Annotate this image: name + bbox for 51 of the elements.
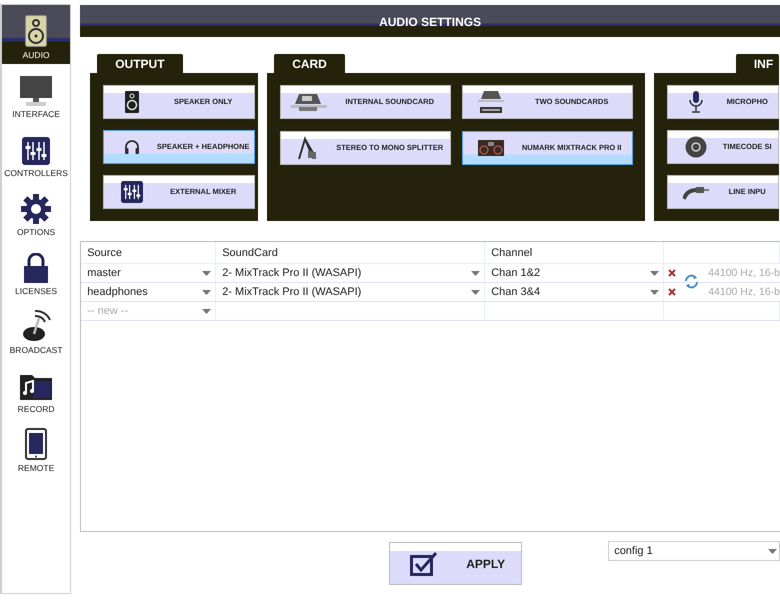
speaker-icon [125,91,140,113]
apply-button[interactable]: APPLY [389,542,522,585]
sound-cards-icon [478,90,504,114]
mixer-icon [22,137,50,165]
gear-icon [21,194,52,224]
speaker-icon [25,15,48,47]
channel-dropdown[interactable]: Chan 1&2 [485,264,664,282]
satellite-dish-icon [21,310,52,342]
lock-icon [23,253,50,283]
sidebar-item[interactable]: REMOTE [2,418,70,477]
soundcard-dropdown[interactable]: 2- MixTrack Pro II (WASAPI) [216,264,486,282]
sidebar-item[interactable]: INTERFACE [2,64,70,123]
sidebar-item[interactable]: LICENSES [2,241,70,300]
sidebar-item[interactable]: BROADCAST [2,300,70,359]
channel-dropdown[interactable]: Chan 3&4 [485,283,664,301]
caret-icon [471,290,480,294]
microphone-icon [689,91,704,113]
sidebar-item[interactable]: CONTROLLERS [2,123,70,182]
tablet-icon [25,428,48,460]
music-folder-icon [19,373,54,401]
sidebar-item[interactable]: AUDIO [2,5,70,64]
column-header: SoundCard [216,242,486,263]
column-header: Channel [485,242,664,263]
caret-icon [202,290,212,294]
format-text: 44100 Hz, 16-b [708,267,780,279]
delete-icon[interactable] [668,269,676,277]
dj-controller-icon [478,140,504,156]
caret-icon [202,308,212,314]
disc-icon [685,136,708,158]
delete-icon[interactable] [668,288,676,296]
sound-card-icon [291,92,328,112]
caret-icon [650,290,660,294]
soundcard-dropdown[interactable]: 2- MixTrack Pro II (WASAPI) [216,283,486,301]
headphones-icon [124,139,140,155]
caret-icon [202,270,212,276]
checkbox-icon [410,552,438,576]
mixer-icon [121,181,144,203]
sidebar-item[interactable]: RECORD [2,359,70,418]
caret-icon [650,270,660,276]
column-header: Source [81,242,216,263]
monitor-icon [20,76,52,106]
sidebar-item[interactable]: OPTIONS [2,182,70,241]
caret-icon [471,270,480,276]
audio-plug-icon [683,184,710,200]
config-dropdown[interactable]: config 1 [608,541,780,561]
caret-icon [768,548,777,554]
refresh-icon[interactable] [684,273,700,290]
source-dropdown[interactable]: headphones [81,283,216,301]
page-title: AUDIO SETTINGS [379,15,482,29]
source-dropdown[interactable]: master [81,264,216,282]
format-text: 44100 Hz, 16-b [708,286,780,298]
